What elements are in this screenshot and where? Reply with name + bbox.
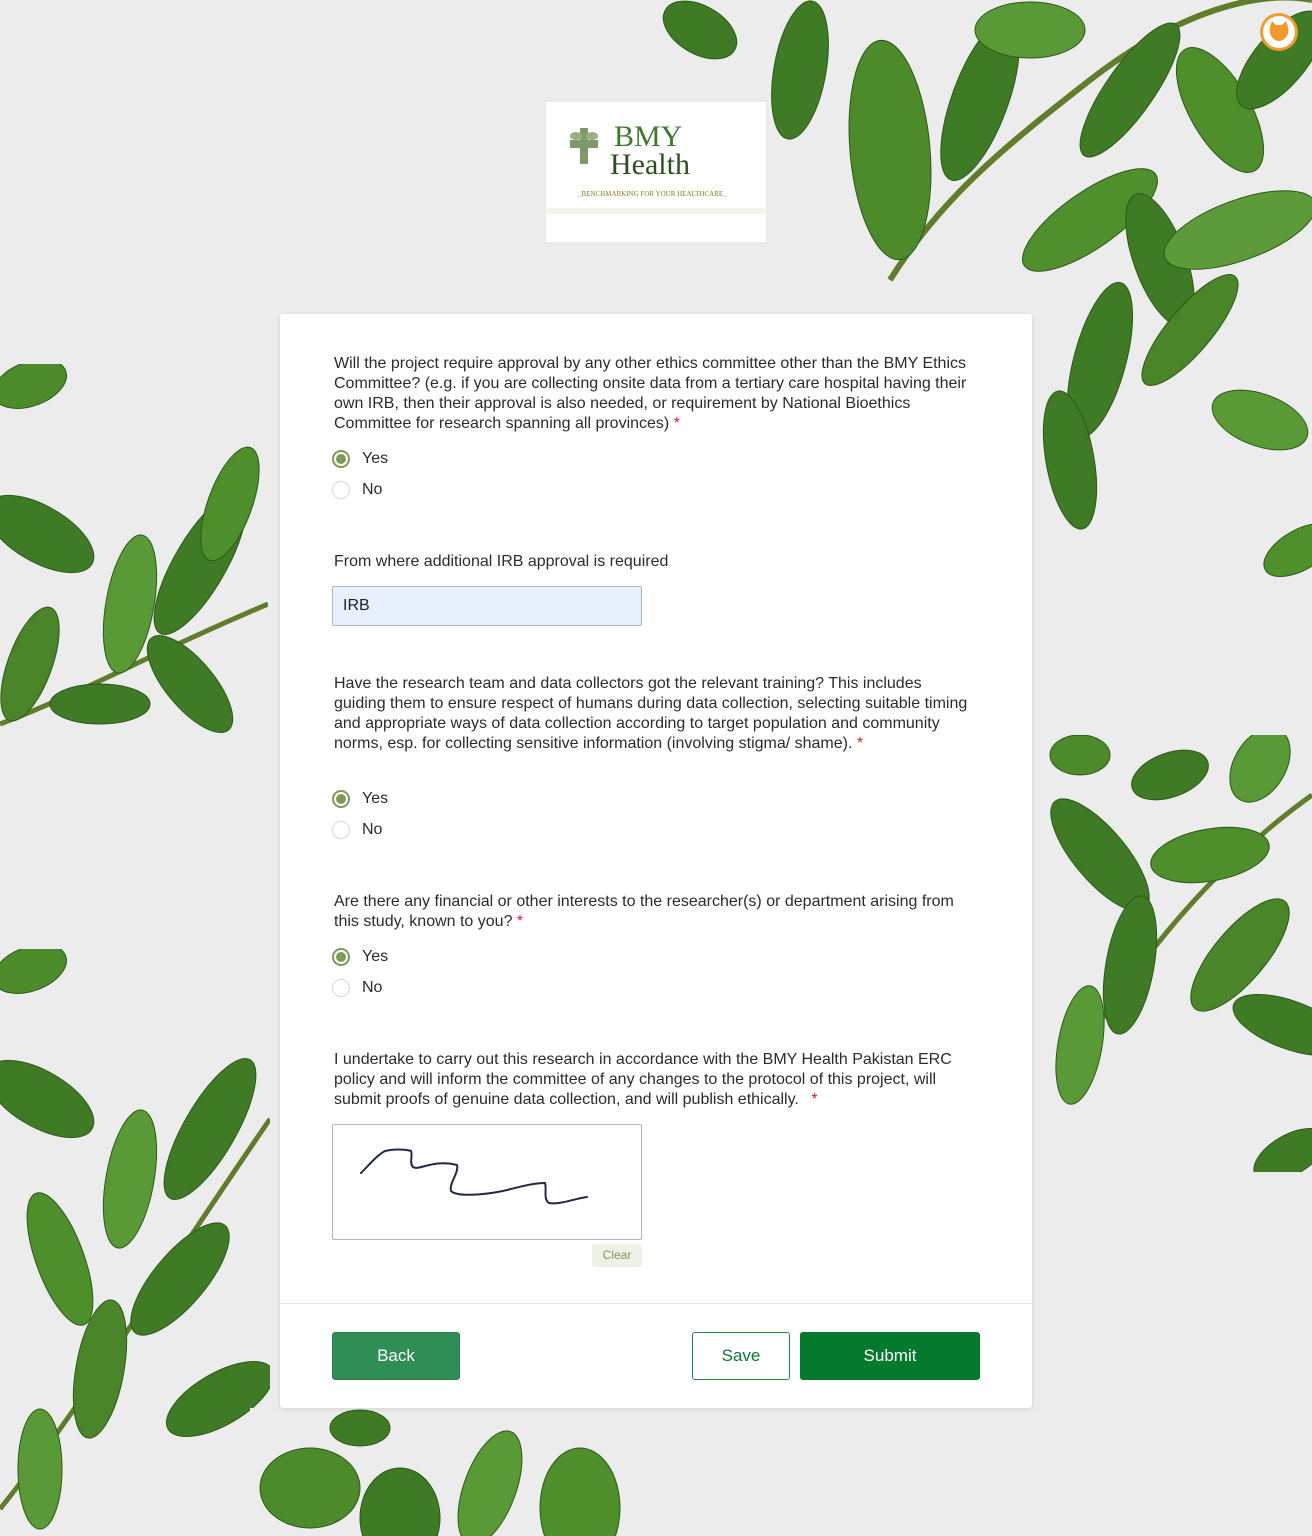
- irb-source-input[interactable]: IRB: [332, 586, 642, 626]
- radio-button[interactable]: [332, 790, 350, 808]
- q4-option-yes[interactable]: Yes: [332, 947, 388, 967]
- signature-stroke: [360, 1148, 588, 1205]
- radio-label: No: [362, 979, 383, 996]
- question-irb-source: From where additional IRB approval is re…: [334, 552, 974, 572]
- back-button[interactable]: Back: [332, 1332, 460, 1380]
- radio-label: No: [362, 821, 383, 838]
- q3-option-yes[interactable]: Yes: [332, 789, 388, 809]
- q1-option-yes[interactable]: Yes: [332, 449, 388, 469]
- radio-button[interactable]: [332, 979, 350, 997]
- question-team-training: Have the research team and data collecto…: [334, 674, 974, 754]
- form-card: Will the project require approval by any…: [280, 314, 1032, 1408]
- question-undertaking: I undertake to carry out this research i…: [334, 1050, 974, 1110]
- q1-option-no[interactable]: No: [332, 480, 382, 500]
- page: BMY Health _BENCHMARKING FOR YOUR HEALTH…: [0, 0, 1312, 1536]
- submit-button[interactable]: Submit: [800, 1332, 980, 1380]
- footer-divider: [280, 1303, 1032, 1304]
- question-text: Have the research team and data collecto…: [334, 675, 968, 752]
- radio-button[interactable]: [332, 450, 350, 468]
- radio-label: Yes: [362, 948, 389, 965]
- q3-option-no[interactable]: No: [332, 820, 382, 840]
- logo-line2: Health: [610, 148, 690, 181]
- question-text: Will the project require approval by any…: [334, 355, 967, 432]
- leaf-decoration-left-lower: [0, 949, 270, 1536]
- cat-face-icon[interactable]: [1260, 13, 1298, 51]
- leaf-decoration-bottom-center: [250, 1408, 650, 1536]
- radio-button[interactable]: [332, 821, 350, 839]
- question-text: Are there any financial or other interes…: [334, 893, 954, 930]
- clear-signature-button[interactable]: Clear: [592, 1244, 642, 1267]
- question-text: From where additional IRB approval is re…: [334, 553, 669, 570]
- radio-button[interactable]: [332, 481, 350, 499]
- leaf-decoration-left-upper: [0, 364, 268, 735]
- cross-leaf-icon: [570, 128, 598, 164]
- radio-label: Yes: [362, 790, 389, 807]
- radio-label: No: [362, 481, 383, 498]
- required-marker: *: [516, 913, 524, 930]
- required-marker: *: [673, 415, 680, 432]
- logo-tagline: _BENCHMARKING FOR YOUR HEALTHCARE_: [578, 190, 727, 198]
- radio-button[interactable]: [332, 948, 350, 966]
- signature-pad[interactable]: [332, 1124, 642, 1240]
- q4-option-no[interactable]: No: [332, 978, 382, 998]
- required-marker: *: [811, 1091, 818, 1108]
- save-button[interactable]: Save: [692, 1332, 790, 1380]
- question-other-ethics-committee: Will the project require approval by any…: [334, 354, 974, 434]
- question-financial-interests: Are there any financial or other interes…: [334, 892, 974, 932]
- required-marker: *: [856, 735, 864, 752]
- leaf-decoration-right-middle: [1040, 735, 1312, 1172]
- radio-label: Yes: [362, 450, 389, 467]
- question-text: I undertake to carry out this research i…: [334, 1051, 952, 1108]
- logo-underline: [546, 208, 766, 214]
- logo: BMY Health _BENCHMARKING FOR YOUR HEALTH…: [546, 102, 766, 242]
